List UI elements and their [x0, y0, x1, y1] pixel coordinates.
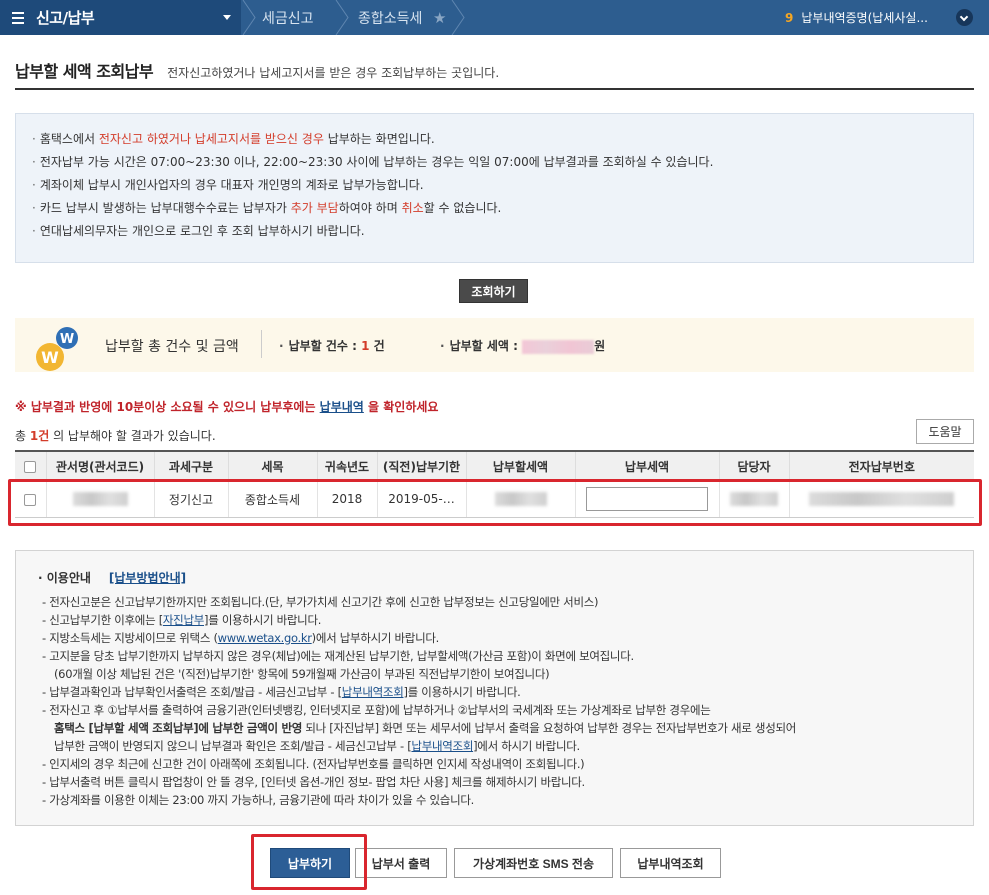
search-button[interactable]: 조회하기: [459, 279, 528, 303]
breadcrumb-income-tax[interactable]: 종합소득세: [358, 0, 422, 35]
hamburger-icon: [12, 11, 24, 24]
payment-summary: W W 납부할 총 건수 및 금액 · 납부할 건수 : 1 건 · 납부할 세액 …: [15, 318, 974, 372]
summary-divider: [261, 330, 262, 358]
guide-line: 홈택스 [납부할 세액 조회납부]에 납부한 금액이 반영 되나 [자진납부] …: [54, 721, 797, 735]
main-menu-dropdown[interactable]: 신고/납부: [0, 0, 241, 35]
svg-text:W: W: [41, 348, 59, 367]
self-payment-link[interactable]: 자진납부: [163, 613, 204, 627]
payment-amount: · 납부할 세액 : 원: [440, 339, 606, 354]
notice-box: 홈택스에서 전자신고 하였거나 납세고지서를 받으신 경우 납부하는 화면입니다…: [15, 113, 974, 263]
recent-menu[interactable]: 9 납부내역증명(납세사실...: [785, 0, 941, 35]
guide-line: - 전자신고분은 신고납부기한까지만 조회됩니다.(단, 부가가치세 신고기간 …: [42, 595, 599, 609]
payment-history-button[interactable]: 납부내역조회: [620, 848, 721, 878]
breadcrumb-separator-icon: [334, 0, 350, 35]
notice-item: 계좌이체 납부시 개인사업자의 경우 대표자 개인명의 계좌로 납부가능합니다.: [32, 174, 713, 197]
notice-item: 전자납부 가능 시간은 07:00~23:30 이나, 22:00~23:30 …: [32, 151, 714, 174]
column-header: 납부세액: [575, 450, 720, 482]
usage-guide: · 이용안내 [납부방법안내] - 전자신고분은 신고납부기한까지만 조회됩니다.…: [15, 550, 974, 826]
recent-menu-number: 9: [785, 10, 794, 25]
guide-line: 납부한 금액이 반영되지 않으니 납부결과 확인은 조회/발급 - 세금신고납부…: [54, 739, 580, 753]
column-header: 과세구분: [154, 450, 229, 482]
help-button[interactable]: 도움말: [916, 419, 974, 444]
guide-line: - 신고납부기한 이후에는 [자진납부]를 이용하시기 바랍니다.: [42, 613, 322, 627]
payment-history-link[interactable]: 납부내역: [320, 400, 364, 414]
guide-body: - 전자신고분은 신고납부기한까지만 조회됩니다.(단, 부가가치세 신고기간 …: [42, 593, 796, 809]
title-divider: [15, 88, 974, 90]
column-header: 세목: [228, 450, 318, 482]
payment-method-guide-link[interactable]: [납부방법안내]: [109, 571, 186, 585]
page-subtitle: 전자신고하였거나 납세고지서를 받은 경우 조회납부하는 곳입니다.: [167, 66, 500, 80]
wetax-link[interactable]: www.wetax.go.kr: [218, 631, 312, 645]
select-all-checkbox[interactable]: [15, 450, 47, 482]
column-header: 관서명(관서코드): [46, 450, 155, 482]
svg-text:W: W: [60, 332, 74, 347]
guide-line: - 납부결과확인과 납부확인서출력은 조회/발급 - 세금신고납부 - [납부내…: [42, 685, 521, 699]
notice-item: 카드 납부시 발생하는 납부대행수수료는 납부자가 추가 부담하여야 하며 취소…: [32, 197, 713, 220]
breadcrumb-tax-filing[interactable]: 세금신고: [262, 0, 314, 35]
result-count-text: 총 1건 의 납부해야 할 결과가 있습니다.: [15, 429, 216, 443]
guide-heading: · 이용안내 [납부방법안내]: [38, 571, 187, 585]
table-header-row: 관서명(관서코드) 과세구분 세목 귀속년도 (직전)납부기한 납부할세액 납부…: [15, 450, 974, 482]
column-header: 귀속년도: [317, 450, 378, 482]
virtual-account-sms-button[interactable]: 가상계좌번호 SMS 전송: [454, 848, 613, 878]
guide-line: - 납부서출력 버튼 클릭시 팝업창이 안 뜰 경우, [인터넷 옵션-개인 정…: [42, 775, 585, 789]
guide-line: - 고지분을 당초 납부기한까지 납부하지 않은 경우(체납)에는 재계산된 납…: [42, 649, 634, 663]
payment-history-link[interactable]: 납부내역조회: [411, 739, 473, 753]
redacted-amount: [522, 339, 595, 354]
favorite-star-icon[interactable]: ★: [433, 9, 446, 27]
column-header: (직전)납부기한: [377, 450, 467, 482]
breadcrumb-separator-icon: [241, 0, 257, 35]
warning-text: ※ 납부결과 반영에 10분이상 소요될 수 있으니 납부후에는 납부내역 을 …: [15, 400, 439, 414]
payment-count: · 납부할 건수 : 1 건: [279, 339, 385, 353]
chevron-down-icon[interactable]: [956, 9, 973, 26]
guide-line: - 전자신고 후 ①납부서를 출력하여 금융기관(인터넷뱅킹, 인터넷지로 포함…: [42, 703, 711, 717]
column-header: 납부할세액: [466, 450, 576, 482]
highlight-box: [8, 479, 982, 526]
notice-item: 홈택스에서 전자신고 하였거나 납세고지서를 받으신 경우 납부하는 화면입니다…: [32, 128, 713, 151]
recent-menu-label: 납부내역증명(납세사실...: [801, 11, 928, 25]
main-menu-title: 신고/납부: [36, 9, 95, 27]
print-payment-slip-button[interactable]: 납부서 출력: [355, 848, 447, 878]
top-navigation-bar: 신고/납부 세금신고 종합소득세 ★ 9 납부내역증명(납세사실...: [0, 0, 989, 35]
hometax-w-logo-icon: W W: [36, 327, 78, 371]
page-header: 납부할 세액 조회납부 전자신고하였거나 납세고지서를 받은 경우 조회납부하는…: [15, 58, 499, 82]
payment-history-link[interactable]: 납부내역조회: [342, 685, 404, 699]
column-header: 담당자: [719, 450, 790, 482]
guide-line: (60개월 이상 체납된 건은 '(직전)납부기한' 항목에 59개월째 가산금…: [54, 667, 550, 681]
summary-title: 납부할 총 건수 및 금액: [105, 339, 239, 355]
highlight-box: [251, 834, 367, 890]
guide-line: - 지방소득세는 지방세이므로 위택스 (www.wetax.go.kr)에서 …: [42, 631, 440, 645]
caret-down-icon: [223, 15, 231, 20]
notice-item: 연대납세의무자는 개인으로 로그인 후 조회 납부하시기 바랍니다.: [32, 220, 713, 243]
page-title: 납부할 세액 조회납부: [15, 62, 154, 81]
guide-line: - 인지세의 경우 최근에 신고한 건이 아래쪽에 조회됩니다. (전자납부번호…: [42, 757, 585, 771]
breadcrumb-separator-icon: [450, 0, 466, 35]
column-header: 전자납부번호: [789, 450, 974, 482]
guide-line: - 가상계좌를 이용한 이체는 23:00 까지 가능하나, 금융기관에 따라 …: [42, 793, 474, 807]
